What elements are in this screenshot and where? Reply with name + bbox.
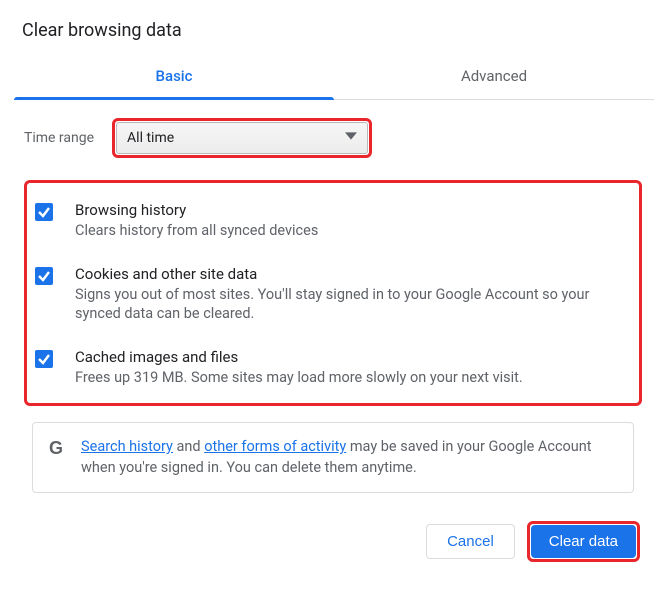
- option-title: Cookies and other site data: [75, 265, 629, 283]
- link-search-history[interactable]: Search history: [81, 438, 173, 455]
- time-range-label: Time range: [24, 130, 94, 146]
- option-title: Cached images and files: [75, 348, 629, 366]
- option-text: Cookies and other site data Signs you ou…: [75, 265, 629, 324]
- option-cache: Cached images and files Frees up 319 MB.…: [33, 338, 629, 392]
- tabs: Basic Advanced: [14, 55, 654, 100]
- option-text: Cached images and files Frees up 319 MB.…: [75, 348, 629, 388]
- google-g-icon: G: [49, 439, 63, 457]
- option-cookies: Cookies and other site data Signs you ou…: [33, 255, 629, 338]
- checkbox-cache[interactable]: [35, 350, 53, 368]
- info-text: Search history and other forms of activi…: [81, 437, 617, 478]
- google-account-info: G Search history and other forms of acti…: [32, 422, 634, 493]
- cancel-button[interactable]: Cancel: [426, 524, 515, 559]
- option-text: Browsing history Clears history from all…: [75, 201, 629, 241]
- check-icon: [37, 205, 51, 219]
- option-desc: Clears history from all synced devices: [75, 221, 629, 241]
- tab-basic[interactable]: Basic: [14, 55, 334, 99]
- checkbox-cookies[interactable]: [35, 267, 53, 285]
- clear-browsing-data-dialog: Clear browsing data Basic Advanced Time …: [0, 0, 666, 582]
- check-icon: [37, 269, 51, 283]
- check-icon: [37, 352, 51, 366]
- checkbox-browsing-history[interactable]: [35, 203, 53, 221]
- dialog-footer: Cancel Clear data: [8, 493, 658, 562]
- time-range-value: All time: [127, 130, 174, 146]
- dialog-title: Clear browsing data: [8, 10, 658, 55]
- info-mid1: and: [173, 438, 204, 455]
- option-desc: Frees up 319 MB. Some sites may load mor…: [75, 368, 629, 388]
- option-title: Browsing history: [75, 201, 629, 219]
- highlight-clear-data: Clear data: [527, 521, 640, 562]
- option-desc: Signs you out of most sites. You'll stay…: [75, 285, 629, 324]
- time-range-select[interactable]: All time: [116, 122, 368, 154]
- highlight-options: Browsing history Clears history from all…: [24, 180, 642, 406]
- highlight-time-range: All time: [112, 118, 372, 158]
- link-other-activity[interactable]: other forms of activity: [204, 438, 346, 455]
- tab-advanced[interactable]: Advanced: [334, 55, 654, 99]
- clear-data-button[interactable]: Clear data: [531, 525, 636, 558]
- option-browsing-history: Browsing history Clears history from all…: [33, 191, 629, 255]
- dialog-body: Time range All time Browsing history Cle…: [8, 100, 658, 493]
- chevron-down-icon: [345, 130, 357, 146]
- time-range-row: Time range All time: [24, 118, 642, 158]
